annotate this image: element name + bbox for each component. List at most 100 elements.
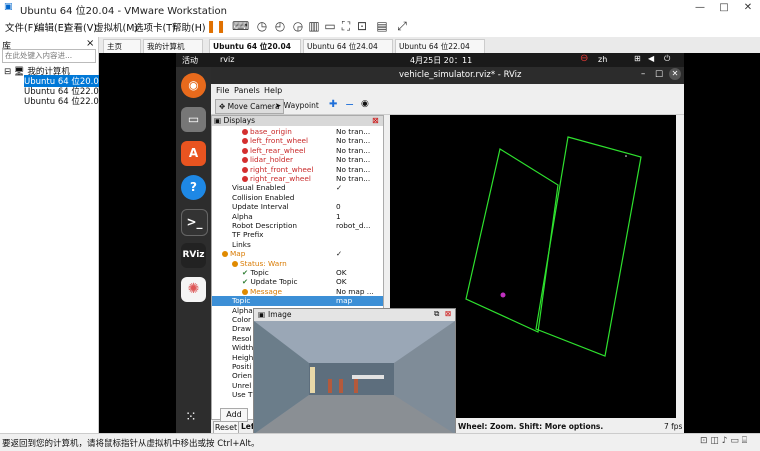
ubuntu-dock: ◉ ▭ A ? >_ RViz ✺ ⁙ xyxy=(176,67,211,433)
input-language[interactable]: zh xyxy=(598,55,607,64)
library-search-input[interactable]: 在此处键入内容进... xyxy=(2,49,96,63)
clock[interactable]: 4月25日 20：11 xyxy=(410,55,472,66)
rviz-menu-file[interactable]: File xyxy=(216,86,229,95)
rviz-menu-panels[interactable]: Panels xyxy=(234,86,260,95)
remove-tool-icon[interactable]: − xyxy=(345,98,354,111)
move-camera-label: Move Camera xyxy=(227,102,280,111)
snapshot-manager-icon[interactable]: ◶ xyxy=(290,18,306,34)
unity-icon[interactable]: ⊡ xyxy=(354,18,370,34)
menu-tabs[interactable]: 选项卡(T) xyxy=(134,20,176,34)
display-row[interactable]: ✔ Topic OK xyxy=(212,268,383,277)
image-window-title-bar[interactable]: ▣ Image ⧉ ⊠ xyxy=(254,309,455,321)
display-row[interactable]: Topic map xyxy=(212,296,383,306)
display-row-value[interactable]: No tran... xyxy=(336,127,370,136)
display-row[interactable]: Robot Description robot_d... xyxy=(212,221,383,230)
display-row[interactable]: right_front_wheel No tran... xyxy=(212,165,383,174)
displays-close-icon[interactable]: ⊠ xyxy=(372,116,379,126)
display-row-value[interactable]: 0 xyxy=(336,202,341,211)
display-row-value[interactable]: OK xyxy=(336,277,347,286)
display-row-value[interactable]: No tran... xyxy=(336,146,370,155)
display-row[interactable]: Message No map ... xyxy=(212,287,383,296)
display-row-value[interactable]: ✓ xyxy=(336,183,342,192)
pause-icon[interactable]: ❚❚ xyxy=(206,18,226,34)
image-window[interactable]: ▣ Image ⧉ ⊠ xyxy=(253,308,456,435)
tool-options-icon[interactable]: ◉ xyxy=(361,99,369,109)
display-row[interactable]: left_front_wheel No tran... xyxy=(212,136,383,145)
tab-my-computer[interactable]: 我的计算机 xyxy=(143,39,203,54)
firefox-icon[interactable]: ◉ xyxy=(181,73,206,98)
display-row-value[interactable]: robot_d... xyxy=(336,221,371,230)
activities-button[interactable]: 活动 xyxy=(182,55,198,66)
show-apps-icon[interactable]: ⁙ xyxy=(185,409,197,425)
menu-view[interactable]: 查看(V) xyxy=(64,20,97,34)
display-row-value[interactable]: 1 xyxy=(336,212,341,221)
display-row-value[interactable]: No map ... xyxy=(336,287,374,296)
console-icon[interactable]: ▤ xyxy=(374,18,390,34)
network-icon[interactable]: ⊞ xyxy=(634,54,641,63)
image-window-float-icon[interactable]: ⧉ xyxy=(434,309,439,319)
add-tool-icon[interactable]: ✚ xyxy=(329,99,337,110)
tree-item-ubuntu-2204-b[interactable]: Ubuntu 64 位22.04 xyxy=(24,95,104,107)
tab-ubuntu-2204[interactable]: Ubuntu 64 位22.04 xyxy=(395,39,485,54)
minimize-button[interactable]: — xyxy=(688,0,712,15)
display-row[interactable]: Update Interval 0 xyxy=(212,202,383,211)
rviz-icon[interactable]: RViz xyxy=(181,243,206,268)
add-display-button[interactable]: Add xyxy=(220,408,248,422)
menu-vm[interactable]: 虚拟机(M) xyxy=(94,20,138,34)
menu-help[interactable]: 帮助(H) xyxy=(172,20,206,34)
display-row[interactable]: Links xyxy=(212,240,383,249)
display-row[interactable]: Alpha 1 xyxy=(212,212,383,221)
tab-ubuntu-2404[interactable]: Ubuntu 64 位24.04 xyxy=(303,39,393,54)
files-icon[interactable]: ▭ xyxy=(181,107,206,132)
title-bar: ▣ Ubuntu 64 位20.04 - VMware Workstation … xyxy=(0,0,760,17)
waypoint-tool[interactable]: ➤ Waypoint xyxy=(275,101,319,110)
display-row-value[interactable]: ✓ xyxy=(336,249,342,258)
device-icons[interactable]: ⊡ ◫ ♪ ▭ ⌸ xyxy=(700,436,747,446)
display-row-value[interactable]: No tran... xyxy=(336,155,370,164)
library-view-icon[interactable]: ▥ xyxy=(306,18,322,34)
maximize-button[interactable]: □ xyxy=(712,0,736,15)
tab-home[interactable]: 主页 xyxy=(103,39,141,54)
single-window-icon[interactable]: ▭ xyxy=(322,18,338,34)
app-menu[interactable]: rviz xyxy=(220,55,234,64)
snapshot-icon[interactable]: ◷ xyxy=(254,18,270,34)
fan-app-icon[interactable]: ✺ xyxy=(181,277,206,302)
move-camera-tool[interactable]: ✥ Move Camera xyxy=(215,99,284,114)
software-icon[interactable]: A xyxy=(181,141,206,166)
rviz-minimize-button[interactable]: – xyxy=(641,69,645,79)
menu-edit[interactable]: 编辑(E) xyxy=(35,20,67,34)
display-row-value[interactable]: No tran... xyxy=(336,165,370,174)
display-row[interactable]: TF Prefix xyxy=(212,230,383,239)
display-row[interactable]: ✔ Update Topic OK xyxy=(212,277,383,286)
close-button[interactable]: ✕ xyxy=(736,0,760,15)
library-close-button[interactable]: × xyxy=(86,38,94,49)
display-row[interactable]: Collision Enabled xyxy=(212,193,383,202)
send-keys-icon[interactable]: ⌨ xyxy=(232,18,249,34)
volume-icon[interactable]: ◀ xyxy=(648,54,654,63)
image-window-close-icon[interactable]: ⊠ xyxy=(445,309,451,318)
display-row[interactable]: Visual Enabled ✓ xyxy=(212,183,383,192)
stretch-icon[interactable]: ⤢ xyxy=(394,18,410,34)
rviz-close-button[interactable]: ✕ xyxy=(669,68,681,80)
record-icon[interactable]: ⊖ xyxy=(580,53,588,64)
display-row-value[interactable]: map xyxy=(336,296,352,305)
tab-ubuntu-2004[interactable]: Ubuntu 64 位20.04 xyxy=(209,39,301,54)
display-row-value[interactable]: No tran... xyxy=(336,174,370,183)
display-row[interactable]: right_rear_wheel No tran... xyxy=(212,174,383,183)
display-row[interactable]: Map ✓ xyxy=(212,249,383,258)
display-row[interactable]: Status: Warn xyxy=(212,259,383,268)
display-row[interactable]: base_origin No tran... xyxy=(212,127,383,136)
power-icon[interactable]: ⏻ xyxy=(664,54,670,64)
display-row[interactable]: lidar_holder No tran... xyxy=(212,155,383,164)
display-row-label: Resol xyxy=(232,333,252,343)
display-row[interactable]: left_rear_wheel No tran... xyxy=(212,146,383,155)
rviz-maximize-button[interactable]: □ xyxy=(655,69,663,79)
revert-snapshot-icon[interactable]: ◴ xyxy=(272,18,288,34)
display-row-value[interactable]: No tran... xyxy=(336,136,370,145)
terminal-icon[interactable]: >_ xyxy=(181,209,208,236)
display-row-value[interactable]: OK xyxy=(336,268,347,277)
help-icon[interactable]: ? xyxy=(181,175,206,200)
rviz-menu-help[interactable]: Help xyxy=(264,86,282,95)
menu-file[interactable]: 文件(F) xyxy=(5,20,37,34)
fullscreen-icon[interactable]: ⛶ xyxy=(338,18,354,34)
